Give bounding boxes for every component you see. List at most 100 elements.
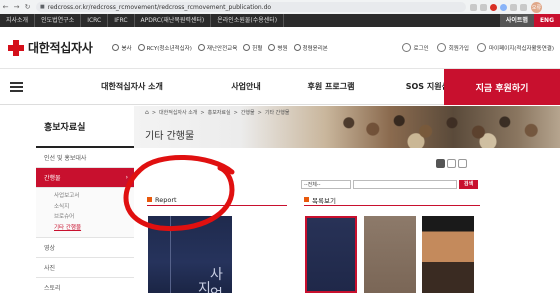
cover-text-2: 지	[198, 281, 211, 293]
print-icon[interactable]	[436, 159, 445, 168]
extension-icon[interactable]	[510, 3, 517, 11]
page-tools	[436, 159, 467, 168]
service-rcy-label: RCY(청소년적십자)	[146, 45, 192, 52]
sidebar-item-ambassadors[interactable]: 인선 및 홍보대사	[36, 148, 134, 168]
language-button[interactable]: ENG	[533, 14, 560, 27]
service-safety-education[interactable]: 재난안전교육	[197, 44, 238, 52]
nav-support-programs[interactable]: 후원 프로그램	[301, 81, 361, 92]
section-bullet-icon	[147, 197, 152, 202]
service-blood[interactable]: 헌혈	[243, 44, 262, 52]
volunteer-icon	[112, 44, 120, 51]
url-text: redcross.or.kr/redcross_rcmovement/redcr…	[47, 3, 272, 11]
forward-arrow-icon[interactable]: →	[11, 3, 22, 11]
sidebar-item-video[interactable]: 영상	[36, 238, 134, 258]
sidebar-subitems: 사업보고서 소식지 브로슈어 기타 간행물	[36, 188, 134, 238]
zoom-in-icon[interactable]	[458, 159, 467, 168]
utility-link-ifrc[interactable]: IFRC	[108, 14, 135, 27]
mypage-link[interactable]: 마이페이지(적십자활동연결)	[476, 43, 554, 52]
service-hospital[interactable]: 병원	[268, 44, 288, 52]
menu-icon[interactable]	[10, 81, 23, 92]
hospital-icon	[268, 44, 276, 51]
breadcrumb-item[interactable]: 홍보자료실	[208, 109, 231, 116]
signup-label: 회원가입	[448, 45, 469, 52]
nav-projects[interactable]: 사업안내	[207, 81, 285, 92]
lock-icon: ■	[40, 4, 45, 10]
publication-thumbnail-2[interactable]	[364, 216, 416, 293]
thumbnail-cover	[307, 218, 355, 291]
site-logo[interactable]: 대한적십자사	[8, 39, 93, 56]
service-rcy[interactable]: RCY(청소년적십자)	[137, 44, 192, 52]
signup-icon	[436, 43, 446, 52]
breadcrumb-item[interactable]: 간행물	[241, 109, 255, 116]
login-link[interactable]: 로그인	[401, 43, 429, 52]
breadcrumb-sep: >	[233, 109, 238, 116]
breadcrumb-sep: >	[151, 109, 157, 116]
list-heading: 목록보기	[304, 194, 480, 206]
back-arrow-icon[interactable]: ←	[0, 3, 11, 11]
reload-icon[interactable]: ↻	[22, 3, 33, 11]
star-icon[interactable]	[480, 3, 487, 11]
list-heading-label: 목록보기	[312, 196, 336, 205]
sidebar-subitem-newsletter[interactable]: 소식지	[54, 202, 134, 213]
profile-avatar[interactable]: 오류	[531, 1, 542, 13]
donate-button[interactable]: 지금 후원하기	[444, 69, 560, 105]
sitemap-button[interactable]: 사이트맵	[499, 14, 534, 27]
rcy-icon	[137, 44, 145, 51]
sidebar-title: 홍보자료실	[36, 106, 134, 148]
sidebar-subitem-brochure[interactable]: 브로슈어	[54, 212, 134, 223]
mypage-label: 마이페이지(적십자활동연결)	[488, 45, 554, 52]
publication-thumbnail-3[interactable]	[422, 216, 474, 293]
service-safety-label: 재난안전교육	[206, 45, 238, 52]
banner-photo	[320, 106, 560, 148]
breadcrumb-item[interactable]: 대한적십자사 소개	[159, 109, 197, 116]
report-section: Report	[147, 194, 287, 206]
utility-link-humanitarian-law[interactable]: 인도법연구소	[35, 14, 82, 27]
search-category-select[interactable]: --전체--	[301, 180, 351, 189]
cover-text-1: 사업	[210, 267, 223, 293]
ethics-icon	[293, 44, 301, 51]
search-button[interactable]: 검색	[459, 180, 478, 189]
breadcrumb-item-current: 기타 간행물	[264, 110, 290, 116]
utility-link-icrc[interactable]: ICRC	[81, 14, 109, 27]
site-header: 대한적십자사 봉사 RCY(청소년적십자) 재난안전교육 헌혈 병원 청렴윤리본…	[0, 27, 560, 69]
sidebar-item-publications[interactable]: 간행물 ›	[36, 168, 134, 188]
service-ethics[interactable]: 청렴윤리본	[293, 44, 328, 52]
utility-bar: 지사소개 인도법연구소 ICRC IFRC APDRC(재난복원력센터) 온라인…	[0, 14, 560, 27]
signup-link[interactable]: 회원가입	[436, 43, 469, 52]
sidebar: 홍보자료실 인선 및 홍보대사 간행물 › 사업보고서 소식지 브로슈어 기타 …	[36, 106, 134, 293]
sidebar-item-stories[interactable]: 스토리	[36, 278, 134, 293]
address-bar[interactable]: ■ redcross.or.kr/redcross_rcmovement/red…	[36, 2, 466, 12]
screen: { "browser": { "url": "redcross.or.kr/re…	[0, 0, 560, 293]
sidebar-item-publications-label: 간행물	[44, 175, 61, 182]
red-cross-icon	[8, 39, 24, 56]
sidebar-subitem-other[interactable]: 기타 간행물	[54, 223, 134, 234]
share-icon[interactable]	[470, 3, 477, 11]
profile-avatar-label: 오류	[531, 4, 542, 11]
publication-thumbnail-1[interactable]	[305, 216, 357, 293]
main-menu: 대한적십자사 소개 사업안내 후원 프로그램 SOS 지원신청	[83, 81, 471, 92]
sidebar-subitem-reports[interactable]: 사업보고서	[54, 191, 134, 202]
breadcrumb-sep: >	[257, 109, 262, 116]
search-input[interactable]	[353, 180, 457, 189]
sidebar-item-photos[interactable]: 사진	[36, 258, 134, 278]
utility-link-branches[interactable]: 지사소개	[0, 14, 36, 27]
service-ethics-label: 청렴윤리본	[302, 45, 328, 52]
sidebar-panel-icon[interactable]	[520, 3, 527, 11]
service-volunteer[interactable]: 봉사	[112, 44, 132, 52]
utility-link-online[interactable]: 온라인소원물(수용센터)	[211, 14, 285, 27]
utility-link-apdrc[interactable]: APDRC(재난복원력센터)	[135, 14, 212, 27]
main-navigation: 대한적십자사 소개 사업안내 후원 프로그램 SOS 지원신청 지금 후원하기	[0, 69, 560, 105]
zoom-out-icon[interactable]	[447, 159, 456, 168]
extension-blue-icon[interactable]	[500, 3, 507, 11]
user-links: 로그인 회원가입 마이페이지(적십자활동연결)	[401, 43, 554, 52]
chevron-right-icon: ›	[125, 174, 128, 181]
list-section: 목록보기	[304, 194, 480, 206]
extensions-area	[470, 3, 527, 11]
person-icon	[401, 43, 411, 52]
report-cover[interactable]: 사업 지	[148, 216, 232, 293]
breadcrumb-sep: >	[200, 109, 205, 116]
home-icon[interactable]: ⌂	[145, 109, 149, 116]
breadcrumb: ⌂ > 대한적십자사 소개 > 홍보자료실 > 간행물 > 기타 간행물	[145, 109, 289, 116]
extension-red-icon[interactable]	[490, 3, 497, 11]
nav-about[interactable]: 대한적십자사 소개	[83, 81, 181, 92]
